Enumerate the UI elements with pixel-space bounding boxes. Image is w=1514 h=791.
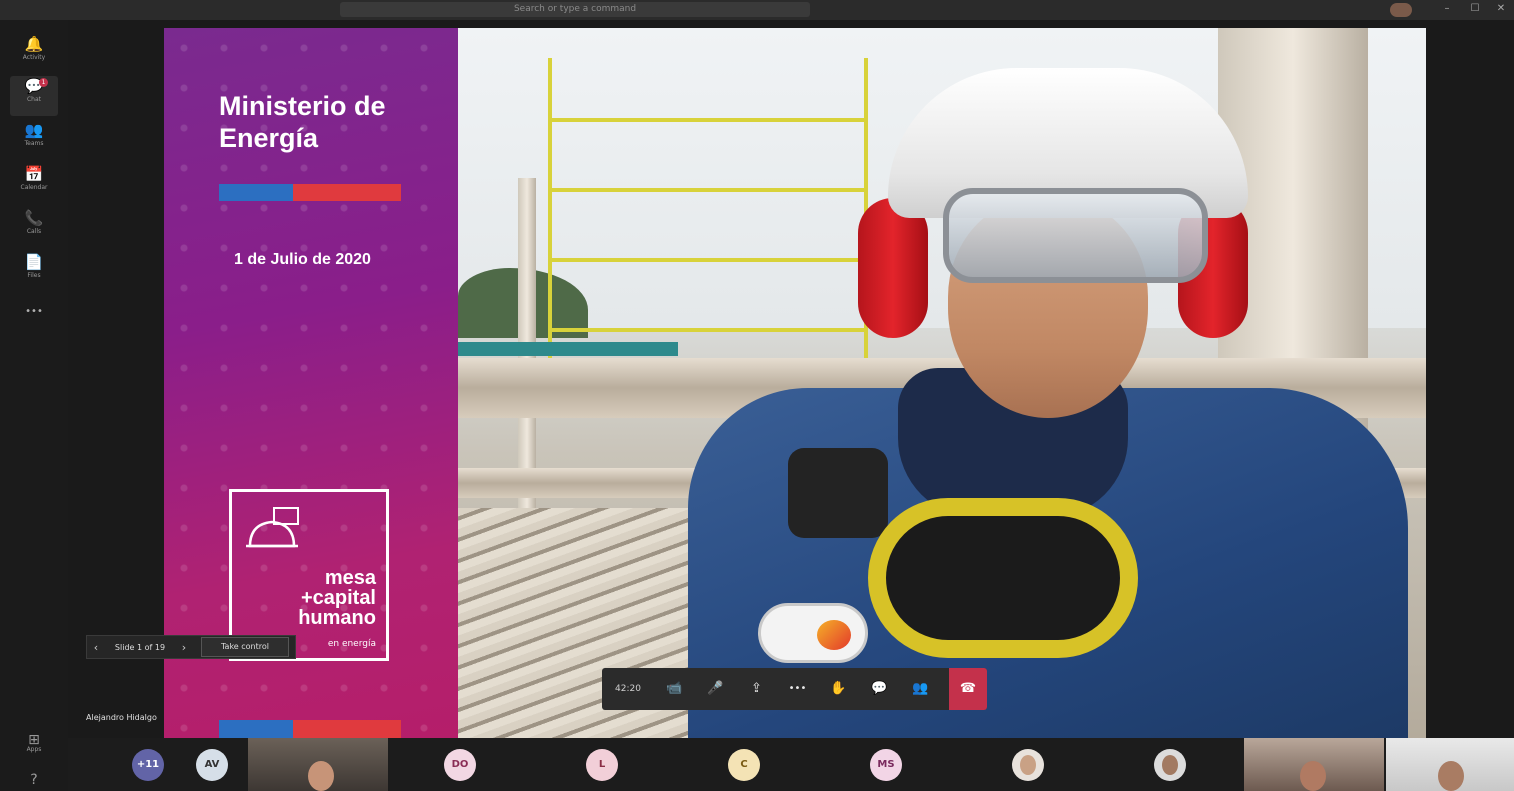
search-input[interactable]: Search or type a command xyxy=(340,2,810,17)
logo-wordmark: mesa +capital humano xyxy=(298,567,376,629)
rail-item-chat[interactable]: 💬 Chat 1 xyxy=(10,76,58,116)
slide-title-panel: Ministerio de Energía 1 de Julio de 2020… xyxy=(164,28,458,738)
rail-item-label: Teams xyxy=(24,140,44,147)
chat-button[interactable]: 💬 xyxy=(859,668,900,710)
helmet-icon xyxy=(246,507,299,548)
participant-tile[interactable]: AV xyxy=(192,738,232,791)
presenter-name: Alejandro Hidalgo xyxy=(86,713,157,722)
prev-slide-button[interactable]: ‹ xyxy=(87,641,105,654)
flag-stripe-bottom xyxy=(219,720,401,738)
participant-video[interactable] xyxy=(248,738,388,791)
slide-counter: Slide 1 of 19 xyxy=(114,642,166,652)
files-icon: 📄 xyxy=(24,253,44,271)
participant-video[interactable] xyxy=(1386,738,1514,791)
title-bar: Search or type a command – ☐ ✕ xyxy=(0,0,1514,20)
rail-item-label: Calls xyxy=(26,228,42,235)
industrial-worker-photo xyxy=(458,28,1426,738)
participant-tile[interactable]: MS xyxy=(866,738,906,791)
rail-item-label: Activity xyxy=(22,54,46,61)
participant-tile[interactable]: +11 xyxy=(128,738,168,791)
hang-up-button[interactable]: ☎ xyxy=(949,668,987,710)
rail-item-label: Chat xyxy=(26,96,42,103)
participant-avatar: C xyxy=(728,748,760,781)
call-timer: 42:20 xyxy=(615,684,641,694)
more-icon: ••• xyxy=(25,306,43,317)
raise-hand-button[interactable]: ✋ xyxy=(818,668,859,710)
chat-icon: 💬 xyxy=(24,77,44,95)
mic-button[interactable]: 🎤 xyxy=(695,668,736,710)
participant-photo-avatar xyxy=(1012,748,1044,781)
flag-stripe xyxy=(219,184,401,201)
rail-item-label: Calendar xyxy=(20,184,48,191)
participant-tile[interactable]: C xyxy=(724,738,764,791)
user-avatar[interactable] xyxy=(1390,3,1412,17)
participant-photo-avatar xyxy=(1154,748,1186,781)
rail-item-label: Files xyxy=(27,272,41,279)
next-slide-button[interactable]: › xyxy=(175,641,193,654)
slide-title: Ministerio de Energía xyxy=(219,91,386,153)
take-control-button[interactable]: Take control xyxy=(201,637,289,657)
more-actions-button[interactable]: ••• xyxy=(777,668,818,710)
participant-avatar: L xyxy=(586,748,618,781)
unread-badge: 1 xyxy=(39,78,48,87)
overflow-count-badge[interactable]: +11 xyxy=(132,748,164,781)
participant-avatar: AV xyxy=(196,748,228,781)
share-button[interactable]: ⇪ xyxy=(736,668,777,710)
close-button[interactable]: ✕ xyxy=(1494,3,1508,15)
rail-item-activity[interactable]: 🔔 Activity xyxy=(10,34,58,74)
shared-slide: Ministerio de Energía 1 de Julio de 2020… xyxy=(164,28,1426,738)
participant-video[interactable] xyxy=(1244,738,1384,791)
rail-item-teams[interactable]: 👥 Teams xyxy=(10,120,58,160)
calendar-icon: 📅 xyxy=(24,165,44,183)
participant-tile[interactable]: L xyxy=(582,738,622,791)
apps-label: Apps xyxy=(26,746,42,753)
participant-tile[interactable]: DO xyxy=(440,738,480,791)
participant-tile[interactable] xyxy=(1150,738,1190,791)
camera-button[interactable]: 📹 xyxy=(654,668,695,710)
participant-avatar: MS xyxy=(870,748,902,781)
bell-icon: 🔔 xyxy=(24,35,44,53)
participant-avatar: DO xyxy=(444,748,476,781)
call-controls: 42:20 📹 🎤 ⇪ ••• ✋ 💬 👥 ☎ xyxy=(602,668,987,710)
participant-tile[interactable] xyxy=(1008,738,1048,791)
help-icon[interactable]: ? xyxy=(22,772,46,788)
app-rail: 🔔 Activity 💬 Chat 1 👥 Teams 📅 Calendar 📞… xyxy=(0,20,68,791)
rail-item-calls[interactable]: 📞 Calls xyxy=(10,208,58,248)
slide-date: 1 de Julio de 2020 xyxy=(234,251,371,268)
teams-icon: 👥 xyxy=(24,121,44,139)
rail-item-calendar[interactable]: 📅 Calendar xyxy=(10,164,58,204)
rail-item-files[interactable]: 📄 Files xyxy=(10,252,58,292)
teams-window: Search or type a command – ☐ ✕ 🔔 Activit… xyxy=(0,0,1514,791)
participants-button[interactable]: 👥 xyxy=(900,668,941,710)
slide-navigation: ‹ Slide 1 of 19 › Take control xyxy=(86,635,296,659)
phone-icon: 📞 xyxy=(24,209,44,227)
rail-more-button[interactable]: ••• xyxy=(10,302,58,326)
participant-strip: +11 AV DO L C MS xyxy=(68,738,1514,791)
minimize-button[interactable]: – xyxy=(1440,3,1454,15)
logo-subtitle: en energía xyxy=(327,639,376,649)
maximize-button[interactable]: ☐ xyxy=(1468,3,1482,15)
